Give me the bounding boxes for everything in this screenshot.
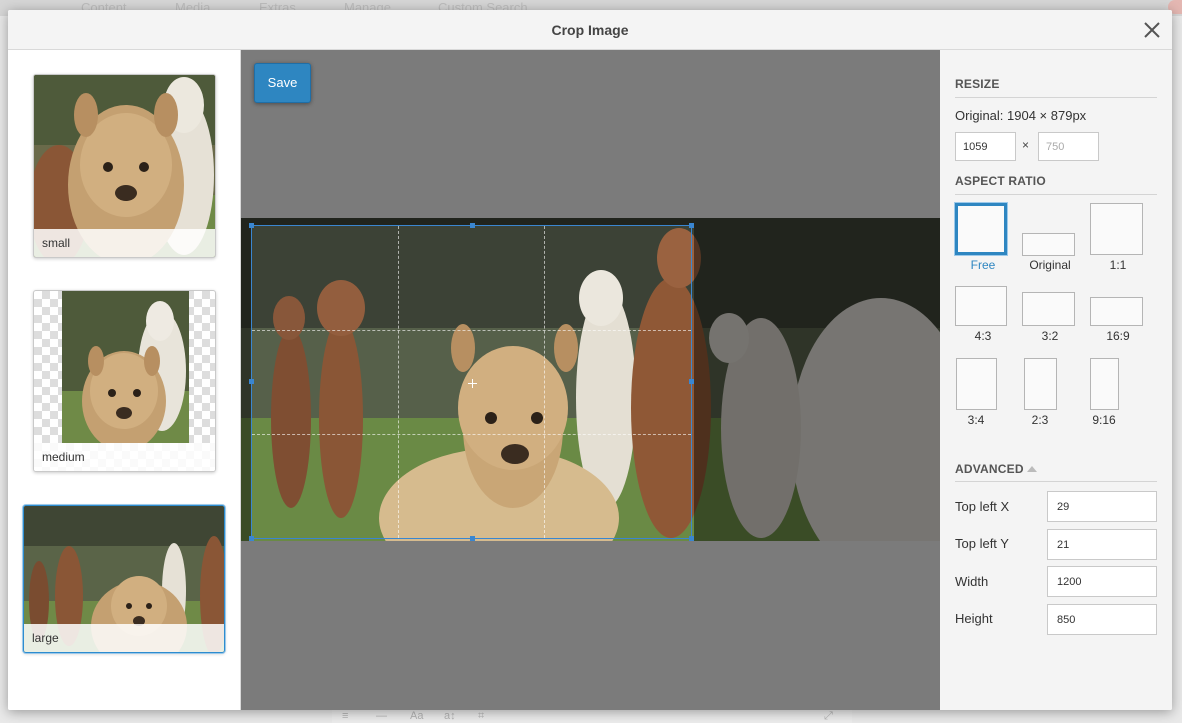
aspect-ratio-heading: ASPECT RATIO [955,174,1046,188]
crop-dim-right [694,218,940,541]
thumbnail-label: medium [34,443,215,471]
width-label: Width [955,574,989,589]
ratio-label: 1:1 [1109,258,1127,272]
ratio-label: 3:2 [1041,329,1059,343]
close-button[interactable] [1142,20,1162,40]
save-button[interactable]: Save [254,63,311,103]
thumbnail-large[interactable]: large [23,505,225,653]
ratio-3-2[interactable]: 3:2 [1022,286,1078,358]
height-label: Height [955,611,993,626]
crop-handle-n[interactable] [470,223,475,228]
ratio-label: 16:9 [1106,329,1130,343]
resize-height-input[interactable] [1038,132,1099,161]
thumbnail-label: small [34,229,215,257]
resize-width-input[interactable] [955,132,1016,161]
height-input[interactable] [1047,604,1157,635]
ratio-16-9-preview [1090,297,1143,326]
ratio-16-9[interactable]: 16:9 [1090,286,1146,358]
background-bottom-toolbar: ≡ — Aa a↕ ⌗ ⤢ [332,710,852,723]
collapse-arrow-icon[interactable] [1027,466,1037,472]
top-left-y-label: Top left Y [955,536,1009,551]
crop-handle-ne[interactable] [689,223,694,228]
bg-rule-icon: — [376,710,387,722]
thumbnail-medium[interactable]: medium [33,290,216,472]
ratio-4-3[interactable]: 4:3 [955,286,1011,358]
original-size-label: Original: 1904 × 879px [955,108,1087,123]
top-left-x-label: Top left X [955,499,1010,514]
thumbnail-small[interactable]: small [33,74,216,258]
ratio-free[interactable]: Free [955,203,1011,275]
close-icon [1144,22,1160,38]
crop-handle-sw[interactable] [249,536,254,541]
section-divider [955,194,1157,195]
advanced-heading[interactable]: ADVANCED [955,462,1024,476]
ratio-9-16-preview [1090,358,1119,410]
bg-size-icon: a↕ [444,710,456,722]
ratio-free-preview [955,203,1007,255]
section-divider [955,481,1157,482]
thumbnail-panel: small medium large [8,50,241,710]
modal-header: Crop Image [8,10,1172,50]
resize-heading: RESIZE [955,77,1000,91]
crop-grid-line [398,226,399,538]
ratio-label: 4:3 [974,329,992,343]
crop-handle-e[interactable] [689,379,694,384]
ratio-4-3-preview [955,286,1007,326]
thumbnail-label: large [24,624,224,652]
crop-handle-nw[interactable] [249,223,254,228]
ratio-1-1-preview [1090,203,1143,255]
bg-crop-icon: ⌗ [478,710,485,722]
crop-center-icon [468,379,477,388]
ratio-3-4-preview [956,358,997,410]
crop-image-modal: Crop Image small medium large Save RESIZ… [8,10,1172,710]
width-input[interactable] [1047,566,1157,597]
crop-handle-se[interactable] [689,536,694,541]
ratio-2-3-preview [1024,358,1057,410]
section-divider [955,97,1157,98]
crop-grid-line [544,226,545,538]
ratio-label: 9:16 [1092,413,1116,427]
ratio-original[interactable]: Original [1022,203,1078,275]
crop-image-canvas[interactable] [241,218,940,541]
bg-font-icon: Aa [410,710,424,722]
top-left-x-input[interactable] [1047,491,1157,522]
ratio-3-2-preview [1022,292,1075,326]
crop-grid-line [252,434,691,435]
thumbnail-medium-image [62,291,189,443]
ratio-label: Original [1029,258,1071,272]
crop-handle-s[interactable] [470,536,475,541]
ratio-9-16[interactable]: 9:16 [1090,358,1146,430]
ratio-original-preview [1022,233,1075,256]
ratio-1-1[interactable]: 1:1 [1090,203,1146,275]
crop-settings-panel: RESIZE Original: 1904 × 879px × ASPECT R… [940,50,1172,710]
times-symbol: × [1022,138,1030,152]
bg-align-icon: ≡ [342,710,349,722]
crop-handle-w[interactable] [249,379,254,384]
modal-title: Crop Image [551,22,629,38]
top-left-y-input[interactable] [1047,529,1157,560]
crop-grid-line [252,330,691,331]
bg-expand-icon: ⤢ [824,710,833,722]
crop-selection[interactable] [249,223,694,541]
crop-editor: Save [241,50,940,710]
ratio-label: Free [970,258,996,272]
